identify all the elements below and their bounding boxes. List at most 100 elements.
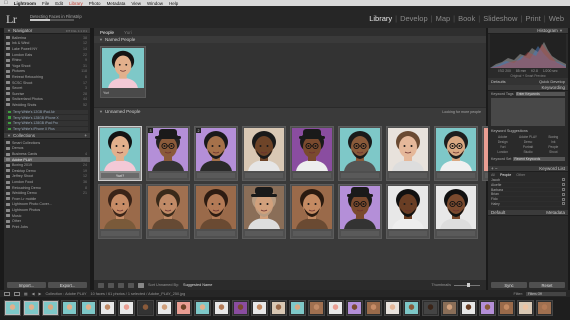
face-card[interactable]: [434, 126, 478, 181]
face-name-suggestion[interactable]: Yuri?: [101, 173, 139, 178]
volume-item[interactable]: Terry White's iPhone X Plus: [6, 126, 88, 132]
menu-metadata[interactable]: Metadata: [107, 1, 126, 6]
filmstrip-thumbnail[interactable]: [156, 300, 173, 316]
filmstrip-thumbnail[interactable]: [289, 300, 306, 316]
filmstrip-thumbnail[interactable]: [403, 300, 420, 316]
face-card[interactable]: [290, 184, 334, 239]
keyword-checkbox[interactable]: [562, 202, 565, 206]
menu-view[interactable]: View: [131, 1, 141, 6]
filmstrip-thumbnail[interactable]: [232, 300, 249, 316]
face-name-field[interactable]: [245, 231, 283, 236]
face-card[interactable]: 2: [194, 126, 238, 181]
forward-arrow-icon[interactable]: ▶: [39, 291, 42, 296]
filmstrip-thumbnail[interactable]: [479, 300, 496, 316]
back-arrow-icon[interactable]: ◀: [32, 291, 35, 296]
face-card[interactable]: [194, 184, 238, 239]
face-name-field[interactable]: [245, 173, 283, 178]
menu-photo[interactable]: Photo: [89, 1, 101, 6]
collection-item[interactable]: Print Jobs: [4, 224, 90, 230]
tab-people[interactable]: People: [100, 30, 114, 35]
menu-file[interactable]: File: [42, 1, 49, 6]
face-name-field[interactable]: [293, 231, 331, 236]
filmstrip-thumbnail[interactable]: [61, 300, 78, 316]
volume-item[interactable]: Terry White's 128GB iPad Pro: [6, 120, 88, 126]
face-card[interactable]: [338, 184, 382, 239]
survey-view-icon[interactable]: [128, 282, 134, 288]
face-card[interactable]: [242, 126, 286, 181]
quick-develop-header[interactable]: Defaults Quick Develop: [488, 78, 568, 85]
face-name-field[interactable]: [437, 231, 475, 236]
filmstrip-thumbnail[interactable]: [251, 300, 268, 316]
module-slideshow[interactable]: Slideshow: [483, 14, 517, 23]
keyword-checkbox[interactable]: [562, 178, 565, 182]
grid-view-icon[interactable]: [98, 282, 104, 288]
face-name-field[interactable]: [197, 173, 235, 178]
tab-person-yuri[interactable]: Yuri: [124, 30, 132, 35]
face-name-field[interactable]: [341, 173, 379, 178]
keyword-suggestion[interactable]: Studio: [516, 150, 539, 154]
keyword-tags-select[interactable]: Enter Keywords: [515, 92, 565, 96]
filmstrip-thumbnail[interactable]: [517, 300, 534, 316]
face-card[interactable]: [386, 126, 430, 181]
module-web[interactable]: Web: [549, 14, 564, 23]
folder-item[interactable]: Wedding Shots 52: [4, 102, 90, 108]
keyword-suggestion[interactable]: People: [542, 145, 565, 149]
menu-edit[interactable]: Edit: [55, 1, 63, 6]
import-button[interactable]: Import...: [7, 282, 46, 288]
compare-view-icon[interactable]: [118, 282, 124, 288]
menu-app-name[interactable]: Lightroom: [14, 1, 36, 6]
face-card[interactable]: [146, 184, 190, 239]
face-card[interactable]: Yuri?: [98, 126, 142, 181]
filmstrip-thumbnail[interactable]: [23, 300, 40, 316]
keyword-suggestion[interactable]: Yuri: [491, 145, 514, 149]
collapse-triangle-icon[interactable]: ▼: [99, 37, 103, 42]
keyword-checkbox[interactable]: [562, 192, 565, 196]
keyword-suggestion[interactable]: Ink: [542, 140, 565, 144]
module-map[interactable]: Map: [436, 14, 451, 23]
filmstrip-thumbnail[interactable]: [327, 300, 344, 316]
keyword-suggestion[interactable]: Boxing: [542, 135, 565, 139]
keyword-suggestion[interactable]: Adobe: [491, 135, 514, 139]
keyword-filter-tab[interactable]: All: [491, 173, 495, 177]
loupe-view-icon[interactable]: [108, 282, 114, 288]
keyword-checkbox[interactable]: [562, 197, 565, 201]
filmstrip-thumbnail[interactable]: [441, 300, 458, 316]
filmstrip-thumbnail[interactable]: [308, 300, 325, 316]
filmstrip-thumbnail[interactable]: [42, 300, 59, 316]
face-card[interactable]: [290, 126, 334, 181]
keyword-suggestion[interactable]: Design: [491, 140, 514, 144]
named-person-card[interactable]: Yuri: [100, 46, 146, 98]
face-card[interactable]: [434, 184, 478, 239]
filmstrip-thumbnail[interactable]: [384, 300, 401, 316]
metadata-preset[interactable]: Default: [491, 210, 505, 215]
module-develop[interactable]: Develop: [400, 14, 428, 23]
face-card[interactable]: [386, 184, 430, 239]
sort-select[interactable]: Suggested Name: [183, 283, 212, 287]
face-card[interactable]: [338, 126, 382, 181]
main-window-icon[interactable]: [4, 291, 10, 296]
keyword-suggestion[interactable]: Portrait: [516, 145, 539, 149]
sync-button[interactable]: Sync: [491, 282, 527, 288]
keyword-filter-tab[interactable]: People: [500, 173, 511, 177]
module-print[interactable]: Print: [525, 14, 540, 23]
keyword-set-select[interactable]: Recent Keywords: [513, 157, 565, 161]
face-card[interactable]: [98, 184, 142, 239]
quick-develop-preset[interactable]: Defaults: [491, 79, 506, 84]
filmstrip-source[interactable]: Collection : Adobe PLAY: [45, 292, 86, 296]
module-book[interactable]: Book: [458, 14, 475, 23]
filmstrip-thumbnail[interactable]: [346, 300, 363, 316]
keyword-checkbox[interactable]: [562, 183, 565, 187]
keyword-suggestion[interactable]: Shoot: [542, 150, 565, 154]
filmstrip-thumbnail[interactable]: [99, 300, 116, 316]
face-name-field[interactable]: [293, 173, 331, 178]
filmstrip-thumbnail[interactable]: [536, 300, 553, 316]
collapse-triangle-icon[interactable]: ▼: [99, 109, 103, 114]
volume-item[interactable]: Terry White's 12GB iPad Air: [6, 109, 88, 115]
add-collection-icon[interactable]: +: [84, 133, 87, 138]
volume-item[interactable]: Terry White's 128GB iPhone X: [6, 115, 88, 120]
face-name-field[interactable]: [389, 173, 427, 178]
second-window-icon[interactable]: [14, 291, 20, 296]
keyword-suggestion[interactable]: London: [491, 150, 514, 154]
keyword-filter-tab[interactable]: Other: [516, 173, 525, 177]
face-name-field[interactable]: [197, 231, 235, 236]
